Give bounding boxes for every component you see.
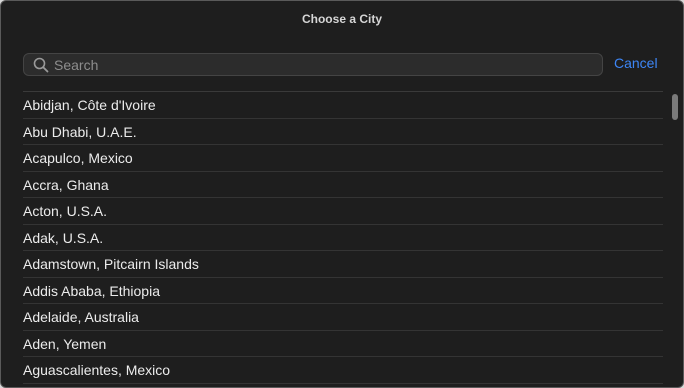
scrollbar-thumb[interactable] — [672, 94, 678, 120]
search-field[interactable] — [23, 53, 603, 76]
city-list-item[interactable]: Adak, U.S.A. — [23, 225, 663, 251]
city-list-item[interactable]: Adamstown, Pitcairn Islands — [23, 251, 663, 278]
city-list-item[interactable]: Acapulco, Mexico — [23, 145, 663, 172]
city-list-item[interactable]: Addis Ababa, Ethiopia — [23, 278, 663, 304]
city-list-item[interactable]: Aguascalientes, Mexico — [23, 357, 663, 384]
search-icon — [33, 57, 49, 73]
city-list-item[interactable]: Abu Dhabi, U.A.E. — [23, 119, 663, 145]
choose-city-dialog: Choose a City Cancel Abidjan, Côte d'Ivo… — [0, 0, 684, 388]
cancel-button[interactable]: Cancel — [614, 55, 658, 71]
city-list-item[interactable]: Aden, Yemen — [23, 331, 663, 357]
city-list-item[interactable]: Accra, Ghana — [23, 172, 663, 198]
search-input[interactable] — [54, 54, 594, 75]
city-list-item[interactable]: Acton, U.S.A. — [23, 198, 663, 225]
city-list[interactable]: Abidjan, Côte d'Ivoire Abu Dhabi, U.A.E. A… — [23, 91, 663, 387]
city-list-item[interactable]: Adelaide, Australia — [23, 304, 663, 331]
dialog-title: Choose a City — [301, 12, 382, 26]
city-list-item[interactable]: Abidjan, Côte d'Ivoire — [23, 92, 663, 119]
